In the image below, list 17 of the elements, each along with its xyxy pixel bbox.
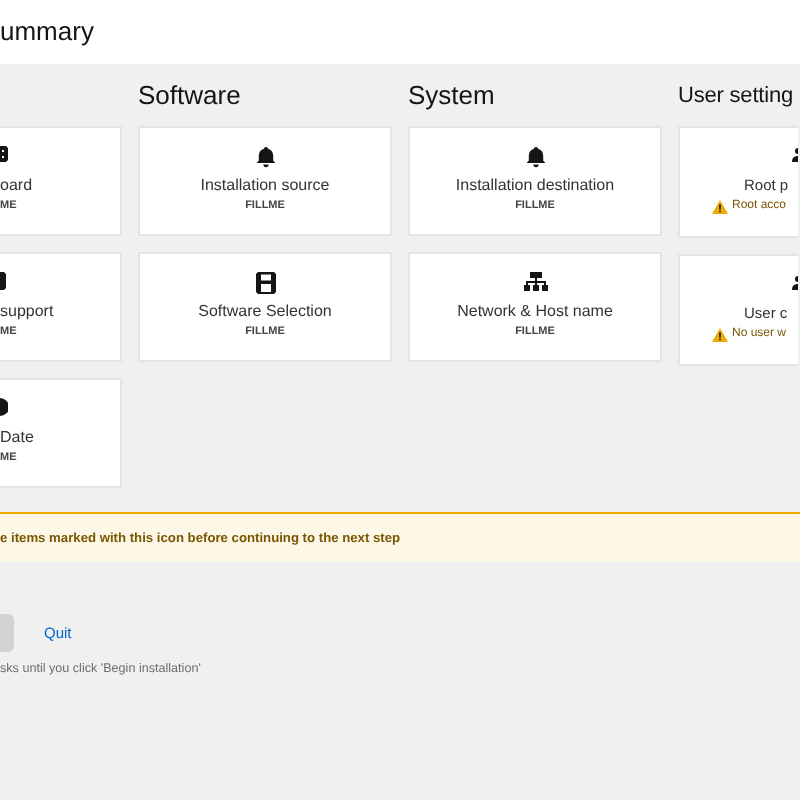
card-title: support xyxy=(0,302,54,322)
section-heading: System xyxy=(408,80,497,112)
card-title: oard xyxy=(0,176,33,196)
card-title: Date xyxy=(0,428,34,448)
warning-icon xyxy=(712,327,728,341)
page-title: ummary xyxy=(0,16,96,48)
card-title: Software Selection xyxy=(198,302,332,322)
bell-icon xyxy=(525,146,545,168)
card-title: Installation destination xyxy=(455,176,615,196)
network-icon xyxy=(523,272,547,292)
card-title: Network & Host name xyxy=(457,302,613,322)
card-title: Installation source xyxy=(200,176,330,196)
warning-icon xyxy=(712,199,728,213)
bell-icon xyxy=(255,146,275,168)
button[interactable] xyxy=(0,614,14,652)
section-heading: User setting xyxy=(678,82,795,112)
section-heading: Software xyxy=(138,80,243,112)
